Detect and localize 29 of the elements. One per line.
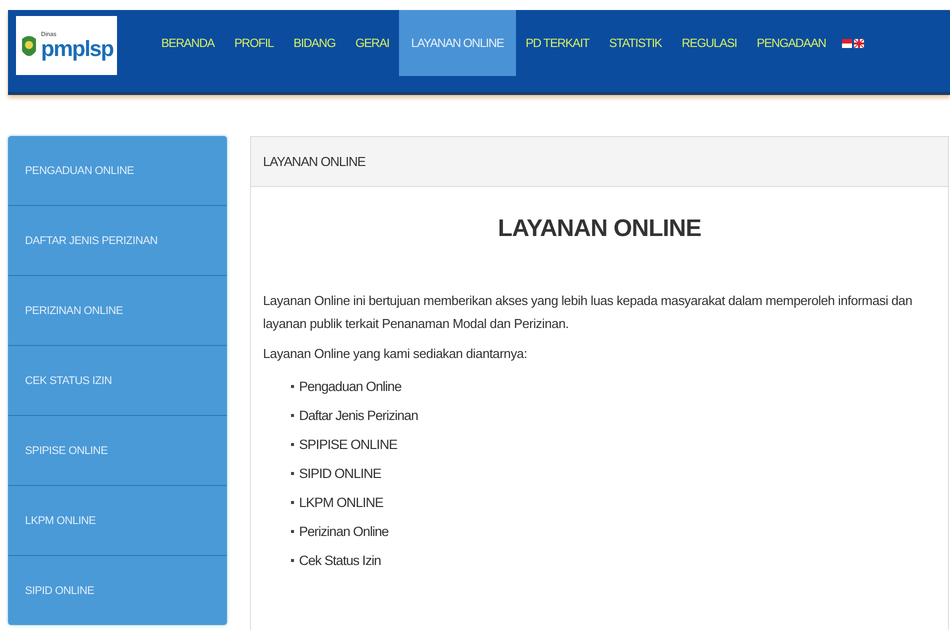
bullet-icon	[291, 443, 294, 446]
service-item: SPIPISE ONLINE	[299, 436, 398, 454]
nav-link[interactable]: PD TERKAIT	[516, 10, 600, 76]
bullet-icon	[291, 414, 294, 417]
bullet-icon	[291, 501, 294, 504]
bullet-icon	[291, 472, 294, 475]
nav-link[interactable]: PROFIL	[224, 10, 284, 76]
nav-link[interactable]: PENGADAAN	[746, 10, 836, 76]
intro-paragraph: Layanan Online ini bertujuan memberikan akses yang lebih luas kepada masyarakat dalam memperoleh informasi dan layanan publik terkait Penanaman Modal dan Perizinan.	[263, 292, 914, 333]
uk-flag-icon[interactable]	[854, 38, 864, 48]
nav-link[interactable]: REGULASI	[672, 10, 747, 76]
bullet-icon	[291, 530, 294, 533]
nav-link[interactable]: STATISTIK	[599, 10, 672, 76]
logo-wordmark: pmplsp	[41, 38, 114, 60]
service-item: Pengaduan Online	[299, 378, 402, 396]
list-intro: Layanan Online yang kami sediakan diantarnya:	[263, 345, 528, 363]
service-item: Daftar Jenis Perizinan	[299, 407, 418, 425]
nav-link[interactable]: GERAI	[345, 10, 400, 76]
panel-header: LAYANAN ONLINE	[251, 137, 948, 187]
service-item: SIPID ONLINE	[299, 465, 382, 483]
service-item: Cek Status Izin	[299, 552, 381, 570]
service-item: LKPM ONLINE	[299, 494, 384, 512]
page-title: LAYANAN ONLINE	[496, 215, 702, 243]
bullet-icon	[291, 385, 294, 388]
nav-link[interactable]: BERANDA	[151, 10, 224, 76]
indonesia-flag-icon[interactable]	[842, 38, 852, 48]
bullet-icon	[291, 559, 294, 562]
nav-link[interactable]: BIDANG	[284, 10, 346, 76]
service-item: Perizinan Online	[299, 523, 388, 541]
